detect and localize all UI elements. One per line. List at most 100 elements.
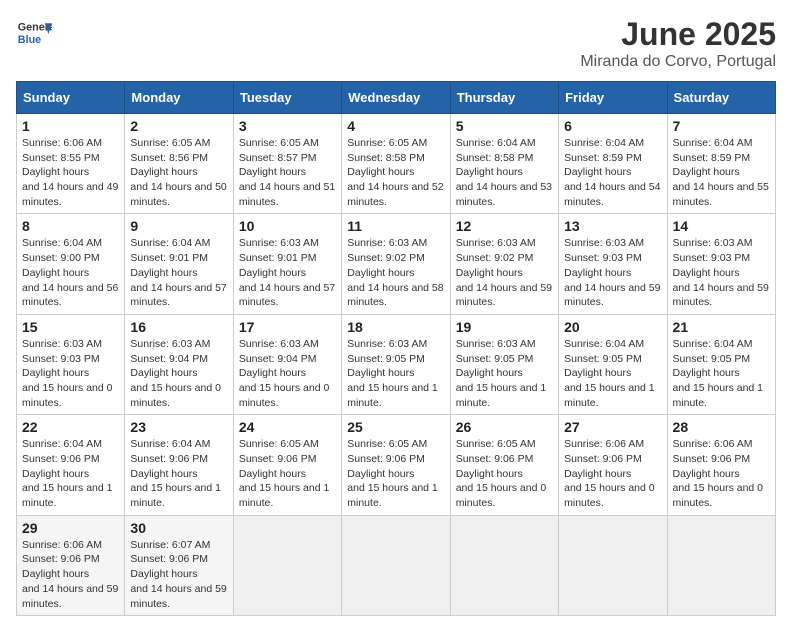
day-number: 30 — [130, 520, 227, 536]
day-info: Sunrise: 6:04 AMSunset: 9:06 PMDaylight … — [22, 437, 119, 510]
calendar-cell: 15 Sunrise: 6:03 AMSunset: 9:03 PMDayligh… — [17, 314, 125, 414]
calendar-cell: 9Sunrise: 6:04 AMSunset: 9:01 PMDaylight… — [125, 214, 233, 314]
calendar-cell: 27Sunrise: 6:06 AMSunset: 9:06 PMDayligh… — [559, 415, 667, 515]
calendar-cell: 10 Sunrise: 6:03 AMSunset: 9:01 PMDayligh… — [233, 214, 341, 314]
calendar-cell: 16 Sunrise: 6:03 AMSunset: 9:04 PMDayligh… — [125, 314, 233, 414]
calendar-table: SundayMondayTuesdayWednesdayThursdayFrid… — [16, 81, 776, 616]
weekday-row: SundayMondayTuesdayWednesdayThursdayFrid… — [17, 82, 776, 114]
day-number: 26 — [456, 419, 553, 435]
weekday-header: Wednesday — [342, 82, 450, 114]
day-number: 4 — [347, 118, 444, 134]
day-number: 27 — [564, 419, 661, 435]
weekday-header: Tuesday — [233, 82, 341, 114]
calendar-header: SundayMondayTuesdayWednesdayThursdayFrid… — [17, 82, 776, 114]
day-number: 25 — [347, 419, 444, 435]
day-number: 28 — [673, 419, 770, 435]
day-number: 24 — [239, 419, 336, 435]
weekday-header: Thursday — [450, 82, 558, 114]
logo-icon: General Blue — [16, 16, 52, 52]
calendar-cell — [667, 515, 775, 615]
day-number: 12 — [456, 218, 553, 234]
page-header: General Blue June 2025 Miranda do Corvo,… — [16, 16, 776, 71]
weekday-header: Friday — [559, 82, 667, 114]
day-number: 5 — [456, 118, 553, 134]
calendar-cell: 19 Sunrise: 6:03 AMSunset: 9:05 PMDayligh… — [450, 314, 558, 414]
day-number: 11 — [347, 218, 444, 234]
calendar-week-row: 1 Sunrise: 6:06 AMSunset: 8:55 PMDaylight… — [17, 114, 776, 214]
calendar-cell: 4 Sunrise: 6:05 AMSunset: 8:58 PMDaylight… — [342, 114, 450, 214]
day-info: Sunrise: 6:03 AMSunset: 9:04 PMDaylight … — [239, 337, 336, 410]
day-info: Sunrise: 6:07 AMSunset: 9:06 PMDaylight … — [130, 538, 227, 611]
day-info: Sunrise: 6:06 AMSunset: 9:06 PMDaylight … — [22, 538, 119, 611]
day-info: Sunrise: 6:05 AMSunset: 9:06 PMDaylight … — [347, 437, 444, 510]
day-info: Sunrise: 6:04 AMSunset: 9:06 PMDaylight … — [130, 437, 227, 510]
calendar-cell: 25 Sunrise: 6:05 AMSunset: 9:06 PMDayligh… — [342, 415, 450, 515]
calendar-cell: 14 Sunrise: 6:03 AMSunset: 9:03 PMDayligh… — [667, 214, 775, 314]
calendar-cell: 11 Sunrise: 6:03 AMSunset: 9:02 PMDayligh… — [342, 214, 450, 314]
calendar-week-row: 8Sunrise: 6:04 AMSunset: 9:00 PMDaylight… — [17, 214, 776, 314]
calendar-cell — [342, 515, 450, 615]
calendar-cell: 7 Sunrise: 6:04 AMSunset: 8:59 PMDaylight… — [667, 114, 775, 214]
weekday-header: Sunday — [17, 82, 125, 114]
calendar-cell: 1 Sunrise: 6:06 AMSunset: 8:55 PMDaylight… — [17, 114, 125, 214]
day-number: 22 — [22, 419, 119, 435]
calendar-cell: 5 Sunrise: 6:04 AMSunset: 8:58 PMDaylight… — [450, 114, 558, 214]
day-number: 2 — [130, 118, 227, 134]
day-info: Sunrise: 6:04 AMSunset: 8:59 PMDaylight … — [673, 136, 770, 209]
day-info: Sunrise: 6:03 AMSunset: 9:05 PMDaylight … — [456, 337, 553, 410]
calendar-week-row: 29 Sunrise: 6:06 AMSunset: 9:06 PMDayligh… — [17, 515, 776, 615]
day-info: Sunrise: 6:03 AMSunset: 9:05 PMDaylight … — [347, 337, 444, 410]
month-title: June 2025 — [580, 16, 776, 53]
day-info: Sunrise: 6:04 AMSunset: 9:05 PMDaylight … — [673, 337, 770, 410]
day-number: 3 — [239, 118, 336, 134]
day-info: Sunrise: 6:05 AMSunset: 8:57 PMDaylight … — [239, 136, 336, 209]
calendar-cell: 20Sunrise: 6:04 AMSunset: 9:05 PMDayligh… — [559, 314, 667, 414]
day-info: Sunrise: 6:04 AMSunset: 8:58 PMDaylight … — [456, 136, 553, 209]
day-number: 6 — [564, 118, 661, 134]
calendar-cell: 26 Sunrise: 6:05 AMSunset: 9:06 PMDayligh… — [450, 415, 558, 515]
day-info: Sunrise: 6:03 AMSunset: 9:04 PMDaylight … — [130, 337, 227, 410]
day-info: Sunrise: 6:03 AMSunset: 9:02 PMDaylight … — [456, 236, 553, 309]
weekday-header: Saturday — [667, 82, 775, 114]
day-number: 1 — [22, 118, 119, 134]
day-info: Sunrise: 6:04 AMSunset: 9:05 PMDaylight … — [564, 337, 661, 410]
calendar-body: 1 Sunrise: 6:06 AMSunset: 8:55 PMDaylight… — [17, 114, 776, 616]
day-info: Sunrise: 6:06 AMSunset: 8:55 PMDaylight … — [22, 136, 119, 209]
calendar-cell: 23Sunrise: 6:04 AMSunset: 9:06 PMDayligh… — [125, 415, 233, 515]
day-info: Sunrise: 6:05 AMSunset: 9:06 PMDaylight … — [456, 437, 553, 510]
calendar-cell: 28 Sunrise: 6:06 AMSunset: 9:06 PMDayligh… — [667, 415, 775, 515]
day-number: 18 — [347, 319, 444, 335]
day-number: 10 — [239, 218, 336, 234]
day-number: 19 — [456, 319, 553, 335]
calendar-week-row: 22 Sunrise: 6:04 AMSunset: 9:06 PMDayligh… — [17, 415, 776, 515]
day-info: Sunrise: 6:04 AMSunset: 8:59 PMDaylight … — [564, 136, 661, 209]
day-info: Sunrise: 6:05 AMSunset: 8:56 PMDaylight … — [130, 136, 227, 209]
calendar-cell: 24Sunrise: 6:05 AMSunset: 9:06 PMDayligh… — [233, 415, 341, 515]
day-info: Sunrise: 6:03 AMSunset: 9:03 PMDaylight … — [22, 337, 119, 410]
calendar-cell — [233, 515, 341, 615]
title-area: June 2025 Miranda do Corvo, Portugal — [580, 16, 776, 71]
calendar-cell: 3 Sunrise: 6:05 AMSunset: 8:57 PMDaylight… — [233, 114, 341, 214]
day-info: Sunrise: 6:06 AMSunset: 9:06 PMDaylight … — [673, 437, 770, 510]
calendar-cell: 2 Sunrise: 6:05 AMSunset: 8:56 PMDaylight… — [125, 114, 233, 214]
calendar-cell: 30 Sunrise: 6:07 AMSunset: 9:06 PMDayligh… — [125, 515, 233, 615]
day-number: 29 — [22, 520, 119, 536]
weekday-header: Monday — [125, 82, 233, 114]
calendar-cell: 18 Sunrise: 6:03 AMSunset: 9:05 PMDayligh… — [342, 314, 450, 414]
day-number: 7 — [673, 118, 770, 134]
calendar-cell: 13Sunrise: 6:03 AMSunset: 9:03 PMDayligh… — [559, 214, 667, 314]
day-number: 14 — [673, 218, 770, 234]
day-info: Sunrise: 6:03 AMSunset: 9:01 PMDaylight … — [239, 236, 336, 309]
day-number: 9 — [130, 218, 227, 234]
day-number: 16 — [130, 319, 227, 335]
calendar-cell: 6 Sunrise: 6:04 AMSunset: 8:59 PMDaylight… — [559, 114, 667, 214]
day-number: 13 — [564, 218, 661, 234]
day-info: Sunrise: 6:05 AMSunset: 8:58 PMDaylight … — [347, 136, 444, 209]
logo: General Blue — [16, 16, 52, 52]
calendar-cell: 29 Sunrise: 6:06 AMSunset: 9:06 PMDayligh… — [17, 515, 125, 615]
day-info: Sunrise: 6:03 AMSunset: 9:02 PMDaylight … — [347, 236, 444, 309]
day-info: Sunrise: 6:03 AMSunset: 9:03 PMDaylight … — [673, 236, 770, 309]
day-number: 8 — [22, 218, 119, 234]
day-number: 15 — [22, 319, 119, 335]
calendar-cell: 22 Sunrise: 6:04 AMSunset: 9:06 PMDayligh… — [17, 415, 125, 515]
